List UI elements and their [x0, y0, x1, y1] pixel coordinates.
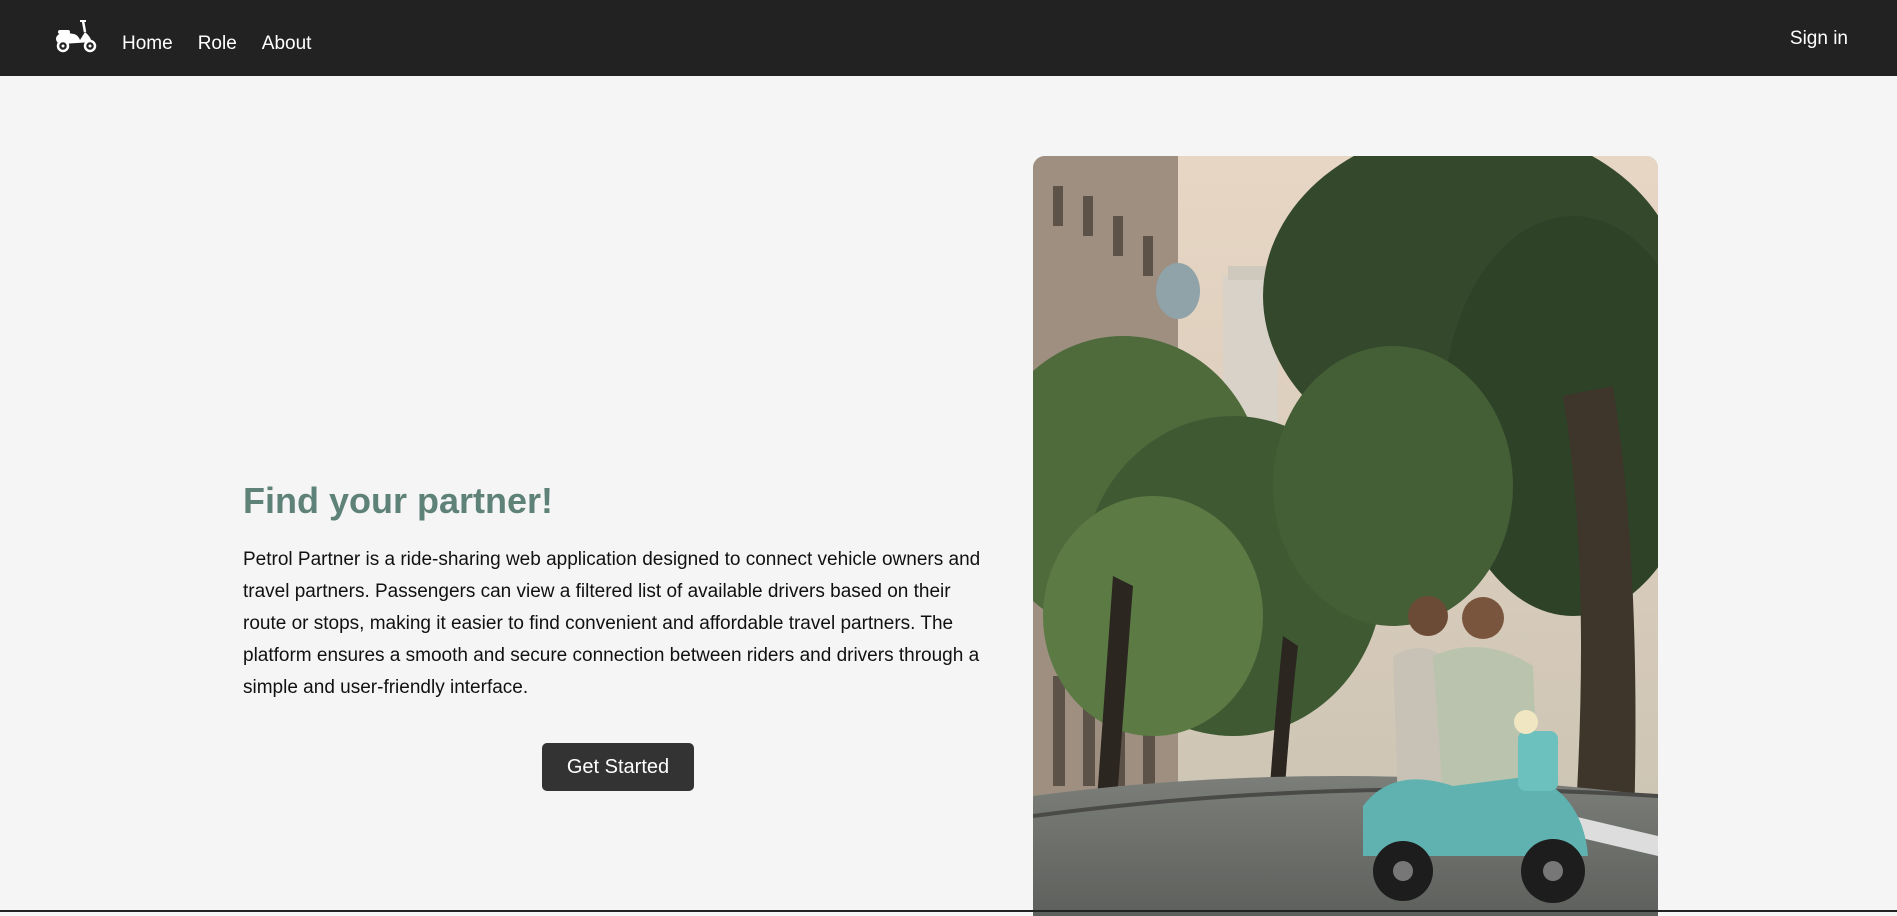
nav-links: Home Role About — [122, 32, 336, 56]
nav-link-about[interactable]: About — [262, 32, 312, 56]
top-navbar: Home Role About Sign in — [0, 0, 1897, 76]
hero-description: Petrol Partner is a ride-sharing web app… — [243, 549, 981, 698]
hero-image — [1033, 156, 1658, 916]
nav-link-role[interactable]: Role — [198, 32, 237, 56]
brand-logo[interactable] — [52, 18, 98, 54]
nav-link-home[interactable]: Home — [122, 32, 173, 56]
scooter-riders-photo — [1033, 156, 1658, 916]
get-started-button[interactable]: Get Started — [542, 743, 694, 791]
hero-text: Find your partner! Petrol Partner is a r… — [243, 478, 1003, 704]
hero-title: Find your partner! — [243, 480, 554, 521]
sign-in-link[interactable]: Sign in — [1790, 27, 1848, 51]
scooter-icon — [56, 20, 97, 53]
